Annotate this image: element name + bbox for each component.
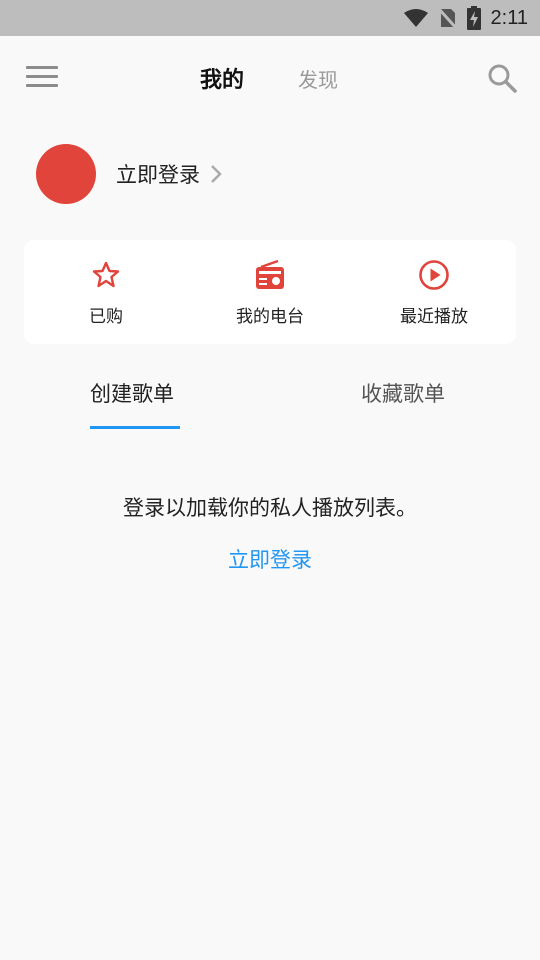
hamburger-menu-icon[interactable]	[26, 66, 58, 90]
empty-state-message: 登录以加载你的私人播放列表。	[123, 496, 417, 520]
profile-login-label[interactable]: 立即登录	[116, 159, 200, 189]
app-bar: 我的 发现	[0, 36, 540, 120]
quick-action-label: 最近播放	[400, 306, 468, 327]
tab-mine[interactable]: 我的	[200, 62, 244, 94]
profile-login-row[interactable]: 立即登录	[36, 144, 222, 204]
playlist-tabs: 创建歌单 收藏歌单	[0, 360, 540, 430]
no-sim-icon	[438, 7, 457, 29]
avatar[interactable]	[36, 144, 96, 204]
battery-charging-icon	[466, 6, 481, 30]
chevron-right-icon	[211, 165, 222, 183]
tab-discover[interactable]: 发现	[298, 64, 338, 93]
radio-icon	[256, 259, 284, 289]
quick-action-my-radio[interactable]: 我的电台	[200, 258, 340, 327]
quick-action-label: 已购	[89, 306, 123, 327]
login-link[interactable]: 立即登录	[0, 544, 540, 574]
status-time: 2:11	[490, 6, 528, 29]
quick-actions-card: 已购 我的电台 最近播放	[24, 240, 516, 344]
tab-created-playlists[interactable]: 创建歌单	[90, 378, 174, 408]
quick-action-label: 我的电台	[236, 306, 304, 327]
star-icon	[92, 261, 120, 287]
wifi-icon	[403, 9, 428, 27]
quick-action-purchased[interactable]: 已购	[36, 258, 176, 327]
status-bar: 2:11	[0, 0, 540, 36]
search-icon[interactable]	[486, 62, 518, 94]
active-tab-indicator	[90, 426, 180, 429]
tab-favorited-playlists[interactable]: 收藏歌单	[361, 378, 445, 408]
play-circle-icon	[419, 259, 449, 290]
quick-action-recent-play[interactable]: 最近播放	[364, 258, 504, 327]
